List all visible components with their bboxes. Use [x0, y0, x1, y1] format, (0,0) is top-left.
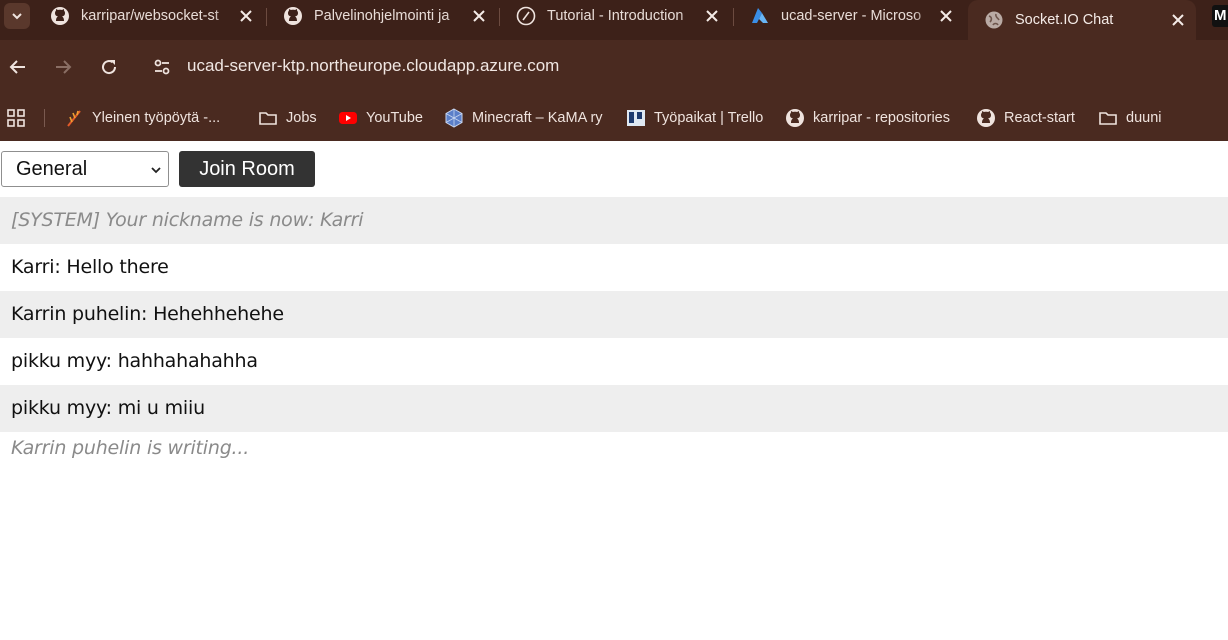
bookmark-yleinen-tyopoyta[interactable]: Yleinen työpöytä -...: [64, 106, 220, 130]
arrow-left-icon: [9, 60, 25, 74]
apps-button[interactable]: [6, 106, 34, 130]
azure-icon: [750, 6, 770, 26]
minecraft-icon: [444, 108, 464, 128]
typing-indicator: Karrin puhelin is writing...: [11, 437, 250, 459]
bookmark-label: YouTube: [366, 110, 423, 126]
github-icon: [283, 6, 303, 26]
tab-tutorial-introduction[interactable]: Tutorial - Introduction: [500, 0, 730, 32]
youtube-icon: [338, 108, 358, 128]
overflow-tab[interactable]: M: [1212, 5, 1228, 27]
tab-title: Socket.IO Chat: [1015, 12, 1114, 28]
browser-chrome: karripar/websocket-st Palvelinohjelmoint…: [0, 0, 1228, 141]
room-select[interactable]: General: [1, 151, 169, 187]
folder-icon: [258, 108, 278, 128]
tab-title: Palvelinohjelmointi ja: [314, 8, 450, 24]
tab-title: Tutorial - Introduction: [547, 8, 684, 24]
tune-icon: [154, 59, 170, 75]
bookmarks-bar: Yleinen työpöytä -... Jobs YouTube Minec…: [0, 94, 1228, 141]
message-list: [SYSTEM] Your nickname is now: Karri Kar…: [0, 197, 1228, 432]
folder-icon: [1098, 108, 1118, 128]
reload-button[interactable]: [97, 55, 121, 79]
bookmark-trello[interactable]: Työpaikat | Trello: [626, 106, 763, 130]
bookmark-duuni[interactable]: duuni: [1098, 106, 1161, 130]
close-icon[interactable]: [702, 6, 722, 26]
arrow-right-icon: [56, 60, 72, 74]
chat-message: Karri: Hello there: [11, 256, 169, 278]
chat-message: Karrin puhelin: Hehehhehehe: [0, 291, 1228, 338]
chat-page: General Join Room [SYSTEM] Your nickname…: [0, 141, 1228, 640]
github-icon: [976, 108, 996, 128]
bookmark-label: React-start: [1004, 110, 1075, 126]
back-button[interactable]: [6, 55, 30, 79]
bookmark-react-start[interactable]: React-start: [976, 106, 1075, 130]
close-icon[interactable]: [936, 6, 956, 26]
close-icon[interactable]: [469, 6, 489, 26]
room-select-value: General: [16, 157, 88, 180]
globe-icon: [984, 10, 1004, 30]
close-icon[interactable]: [1168, 10, 1188, 30]
chat-message: pikku myy: hahhahahahha: [11, 350, 258, 372]
github-icon: [785, 108, 805, 128]
navigation-toolbar: ucad-server-ktp.northeurope.cloudapp.azu…: [0, 40, 1228, 94]
chevron-down-icon: [12, 13, 22, 20]
bookmark-label: karripar - repositories: [813, 110, 950, 126]
bookmark-label: Jobs: [286, 110, 317, 126]
bookmarks-separator: [44, 109, 45, 127]
bookmark-label: Minecraft – KaMA ry: [472, 110, 603, 126]
bookmark-label: Työpaikat | Trello: [654, 110, 764, 126]
forward-button[interactable]: [51, 55, 75, 79]
reload-icon: [102, 60, 117, 75]
bookmark-youtube[interactable]: YouTube: [338, 106, 423, 130]
bookmark-minecraft-kama[interactable]: Minecraft – KaMA ry: [444, 106, 603, 130]
address-bar[interactable]: ucad-server-ktp.northeurope.cloudapp.azu…: [187, 56, 559, 76]
tab-search-button[interactable]: [4, 3, 30, 29]
bookmark-jobs[interactable]: Jobs: [258, 106, 317, 130]
feather-icon: [64, 108, 84, 128]
close-icon[interactable]: [236, 6, 256, 26]
tab-title: ucad-server - Microso: [781, 8, 922, 24]
trello-icon: [626, 108, 646, 128]
system-message: [SYSTEM] Your nickname is now: Karri: [0, 197, 1228, 244]
site-info-button[interactable]: [150, 55, 174, 79]
chevron-down-icon: [151, 167, 161, 174]
tab-ucad-server-azure[interactable]: ucad-server - Microso: [734, 0, 964, 32]
bookmark-label: duuni: [1126, 110, 1162, 126]
github-icon: [50, 6, 70, 26]
apps-grid-icon: [6, 108, 26, 128]
nextjs-icon: [516, 6, 536, 26]
tab-strip: karripar/websocket-st Palvelinohjelmoint…: [0, 0, 1228, 40]
bookmark-label: Yleinen työpöytä -...: [92, 110, 221, 126]
join-room-button[interactable]: Join Room: [179, 151, 315, 187]
tab-palvelinohjelmointi[interactable]: Palvelinohjelmointi ja: [267, 0, 497, 32]
tab-title: karripar/websocket-st: [81, 8, 219, 24]
bookmark-karripar-repositories[interactable]: karripar - repositories: [785, 106, 950, 130]
chat-message: pikku myy: mi u miiu: [0, 385, 1228, 432]
tab-karripar-websocket[interactable]: karripar/websocket-st: [34, 0, 264, 32]
tab-socketio-chat[interactable]: Socket.IO Chat: [968, 0, 1196, 40]
